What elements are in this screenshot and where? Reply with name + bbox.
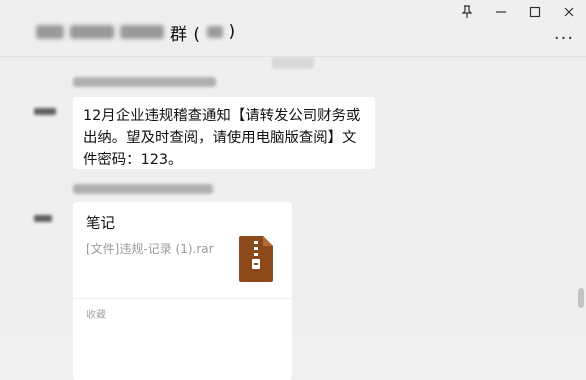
blurred-title-part <box>36 25 64 39</box>
window-controls <box>450 0 586 24</box>
blurred-count <box>206 26 223 38</box>
pin-button[interactable] <box>450 0 484 24</box>
blurred-title-part <box>120 25 164 39</box>
more-options-button[interactable]: ··· <box>552 27 576 49</box>
pin-icon <box>461 5 473 18</box>
chat-window: 群 ( ) ··· 12月企业违规稽查通知【请转发公司财务或出纳。望及时查阅，请… <box>0 0 586 380</box>
chat-area: 12月企业违规稽查通知【请转发公司财务或出纳。望及时查阅，请使用电脑版查阅】文件… <box>0 57 586 380</box>
favorites-label: 收藏 <box>86 310 106 321</box>
message-bubble[interactable]: 12月企业违规稽查通知【请转发公司财务或出纳。望及时查阅，请使用电脑版查阅】文件… <box>73 97 375 169</box>
blurred-title-part <box>70 25 114 39</box>
sender-name <box>73 77 216 87</box>
close-button[interactable] <box>552 0 586 24</box>
file-description: [文件]违规-记录 (1).rar <box>86 242 214 256</box>
maximize-button[interactable] <box>518 0 552 24</box>
more-icon: ··· <box>553 27 575 49</box>
sender-name <box>73 184 213 194</box>
minimize-button[interactable] <box>484 0 518 24</box>
group-title-text: 群 ( <box>170 24 201 45</box>
group-title: 群 ( ) <box>36 20 236 45</box>
divider <box>73 298 292 299</box>
maximize-icon <box>529 6 541 18</box>
scrollbar[interactable] <box>578 288 584 308</box>
group-title-suffix: ) <box>228 22 236 42</box>
avatar[interactable] <box>30 97 60 127</box>
file-title: 笔记 <box>86 216 115 232</box>
message-text: 12月企业违规稽查通知【请转发公司财务或出纳。望及时查阅，请使用电脑版查阅】文件… <box>83 108 361 168</box>
close-icon <box>564 7 574 17</box>
zip-file-icon <box>239 236 273 282</box>
avatar-image <box>34 215 52 222</box>
title-bar: 群 ( ) ··· <box>0 0 586 57</box>
file-card[interactable]: 笔记 [文件]违规-记录 (1).rar 收藏 <box>73 202 292 380</box>
minimize-icon <box>496 11 506 13</box>
avatar-image <box>34 108 56 115</box>
timestamp-chip <box>272 57 314 69</box>
avatar[interactable] <box>30 202 60 232</box>
